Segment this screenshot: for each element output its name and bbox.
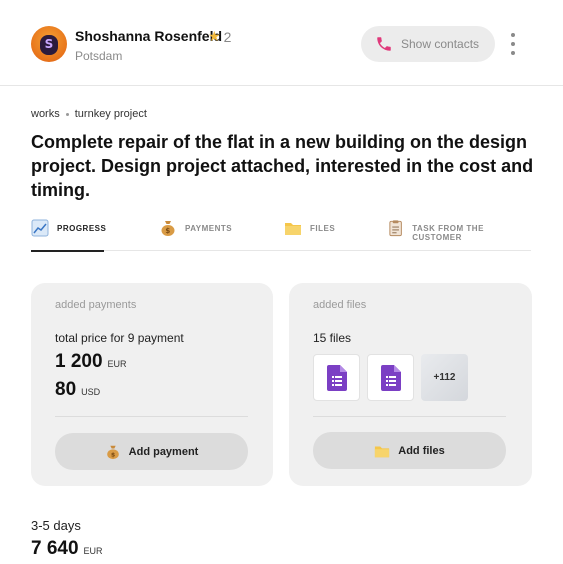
user-name[interactable]: Shoshanna Rosenfeld <box>75 28 222 44</box>
amount-currency: EUR <box>107 359 127 369</box>
payments-card: added payments total price for 9 payment… <box>31 283 273 486</box>
user-city: Potsdam <box>75 49 123 63</box>
tab-progress-label: PROGRESS <box>57 224 107 233</box>
add-files-label: Add files <box>398 444 445 457</box>
duration: 3-5 days <box>31 518 81 533</box>
chart-icon <box>31 219 49 237</box>
file-thumbnail[interactable] <box>313 354 360 401</box>
total-price: 7 640 EUR <box>31 538 103 560</box>
tab-files[interactable]: FILES <box>284 215 335 251</box>
show-contacts-button[interactable]: Show contacts <box>361 26 495 62</box>
money-bag-icon: $ <box>161 221 175 236</box>
breadcrumb-separator <box>65 112 69 116</box>
divider <box>313 416 506 417</box>
document-icon <box>380 364 401 391</box>
user-rating: ★ 2 <box>208 28 231 45</box>
tab-progress[interactable]: PROGRESS <box>31 215 107 252</box>
tab-bar: PROGRESS $ PAYMENTS FILES TASK FROM THE … <box>31 215 531 252</box>
star-icon: ★ <box>208 28 221 44</box>
show-contacts-label: Show contacts <box>401 37 480 51</box>
breadcrumb-item-turnkey[interactable]: turnkey project <box>75 108 147 120</box>
payments-caption: added payments <box>55 299 137 311</box>
files-summary: 15 files <box>313 331 352 345</box>
file-thumbnails: +112 <box>313 354 468 401</box>
amount-currency: USD <box>81 387 101 397</box>
breadcrumb: works turnkey project <box>31 108 147 120</box>
svg-text:$: $ <box>165 227 170 235</box>
money-bag-icon: $ <box>106 445 119 459</box>
payment-amount-usd: 80 USD <box>55 379 100 401</box>
tab-payments[interactable]: $ PAYMENTS <box>159 215 232 251</box>
document-icon <box>326 364 347 391</box>
add-payment-button[interactable]: $ Add payment <box>55 433 248 470</box>
files-caption: added files <box>313 299 367 311</box>
tab-payments-label: PAYMENTS <box>185 224 233 233</box>
profile-header: S Shoshanna Rosenfeld ★ 2 Potsdam Show c… <box>0 0 563 86</box>
total-currency: EUR <box>83 546 103 556</box>
more-files-thumbnail[interactable]: +112 <box>421 354 468 401</box>
add-files-button[interactable]: Add files <box>313 432 506 469</box>
svg-text:$: $ <box>110 451 114 458</box>
tab-task-label: TASK FROM THE CUSTOMER <box>412 224 484 242</box>
file-thumbnail[interactable] <box>367 354 414 401</box>
avatar-letter: S <box>44 37 54 51</box>
clipboard-icon <box>389 220 402 237</box>
amount-value: 80 <box>55 379 77 400</box>
add-payment-label: Add payment <box>128 445 199 458</box>
tab-task-from-customer[interactable]: TASK FROM THE CUSTOMER <box>387 215 531 251</box>
folder-icon <box>375 446 390 457</box>
folder-icon <box>285 223 301 235</box>
tab-files-label: FILES <box>310 224 336 233</box>
files-card: added files 15 files +112 Add files <box>289 283 532 486</box>
breadcrumb-item-works[interactable]: works <box>31 108 60 120</box>
divider <box>55 416 248 417</box>
payment-amount-eur: 1 200 EUR <box>55 351 127 373</box>
more-options-icon[interactable] <box>508 33 518 55</box>
avatar[interactable]: S <box>31 26 67 62</box>
phone-icon <box>377 37 391 51</box>
amount-value: 1 200 <box>55 351 103 372</box>
total-value: 7 640 <box>31 538 79 559</box>
page-title: Complete repair of the flat in a new bui… <box>31 132 534 200</box>
rating-value: 2 <box>223 28 232 45</box>
payments-summary: total price for 9 payment <box>55 331 184 345</box>
